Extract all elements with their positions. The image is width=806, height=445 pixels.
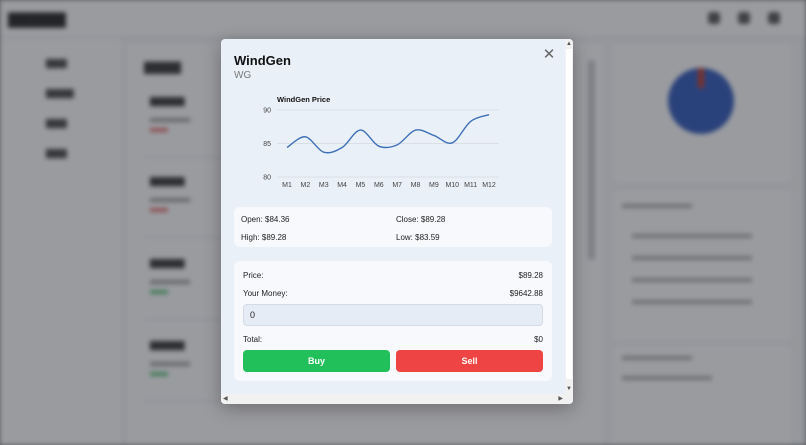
stock-name: WindGen bbox=[234, 53, 291, 68]
y-tick-label: 80 bbox=[263, 175, 271, 182]
price-chart: WindGen Price 80 85 90 M1 M2 M3 M4 M5 M6 M7 M8 M9 M10… bbox=[263, 95, 499, 189]
total-label: Total: bbox=[243, 335, 263, 344]
stock-symbol: WG bbox=[234, 70, 252, 81]
scrollbar-thumb[interactable] bbox=[566, 49, 572, 379]
high-price: High: $89.28 bbox=[241, 233, 287, 242]
low-price: Low: $83.59 bbox=[396, 233, 440, 242]
x-tick-label: M10 bbox=[445, 182, 459, 189]
x-tick-label: M4 bbox=[337, 182, 347, 189]
x-tick-label: M2 bbox=[300, 182, 310, 189]
x-tick-label: M12 bbox=[482, 182, 496, 189]
modal-vertical-scrollbar[interactable]: ▲ ▼ bbox=[565, 39, 573, 394]
scroll-right-icon[interactable]: ▶ bbox=[558, 395, 563, 402]
quantity-input[interactable] bbox=[243, 304, 543, 326]
buy-button[interactable]: Buy bbox=[243, 350, 390, 372]
x-tick-label: M7 bbox=[392, 182, 402, 189]
x-tick-label: M11 bbox=[464, 182, 477, 189]
x-tick-label: M9 bbox=[429, 182, 439, 189]
price-label: Price: bbox=[243, 271, 264, 280]
scroll-up-icon[interactable]: ▲ bbox=[566, 41, 572, 47]
scroll-left-icon[interactable]: ◀ bbox=[223, 395, 228, 402]
modal-horizontal-scrollbar[interactable]: ◀ ▶ bbox=[221, 394, 573, 404]
y-tick-label: 85 bbox=[263, 141, 271, 148]
x-tick-label: M5 bbox=[356, 182, 366, 189]
sell-button[interactable]: Sell bbox=[396, 350, 543, 372]
x-tick-label: M3 bbox=[319, 182, 329, 189]
ohlc-panel: Open: $84.36 Close: $89.28 High: $89.28 … bbox=[234, 207, 552, 247]
total-value: $0 bbox=[534, 335, 543, 344]
stock-detail-modal: ✕ WindGen WG WindGen Price 80 85 90 M1 M2 M3 M4… bbox=[221, 39, 573, 404]
chart-title: WindGen Price bbox=[277, 95, 330, 104]
price-series-line bbox=[286, 114, 490, 154]
close-price: Close: $89.28 bbox=[396, 215, 446, 224]
trade-panel: Price: $89.28 Your Money: $9642.88 Total… bbox=[234, 261, 552, 381]
scroll-down-icon[interactable]: ▼ bbox=[566, 386, 572, 392]
price-value: $89.28 bbox=[518, 271, 543, 280]
x-tick-label: M8 bbox=[411, 182, 421, 189]
money-label: Your Money: bbox=[243, 289, 288, 298]
money-value: $9642.88 bbox=[509, 289, 543, 298]
open-price: Open: $84.36 bbox=[241, 215, 290, 224]
close-icon[interactable]: ✕ bbox=[541, 47, 557, 63]
x-tick-label: M1 bbox=[282, 182, 292, 189]
x-tick-label: M6 bbox=[374, 182, 384, 189]
y-tick-label: 90 bbox=[263, 108, 271, 115]
